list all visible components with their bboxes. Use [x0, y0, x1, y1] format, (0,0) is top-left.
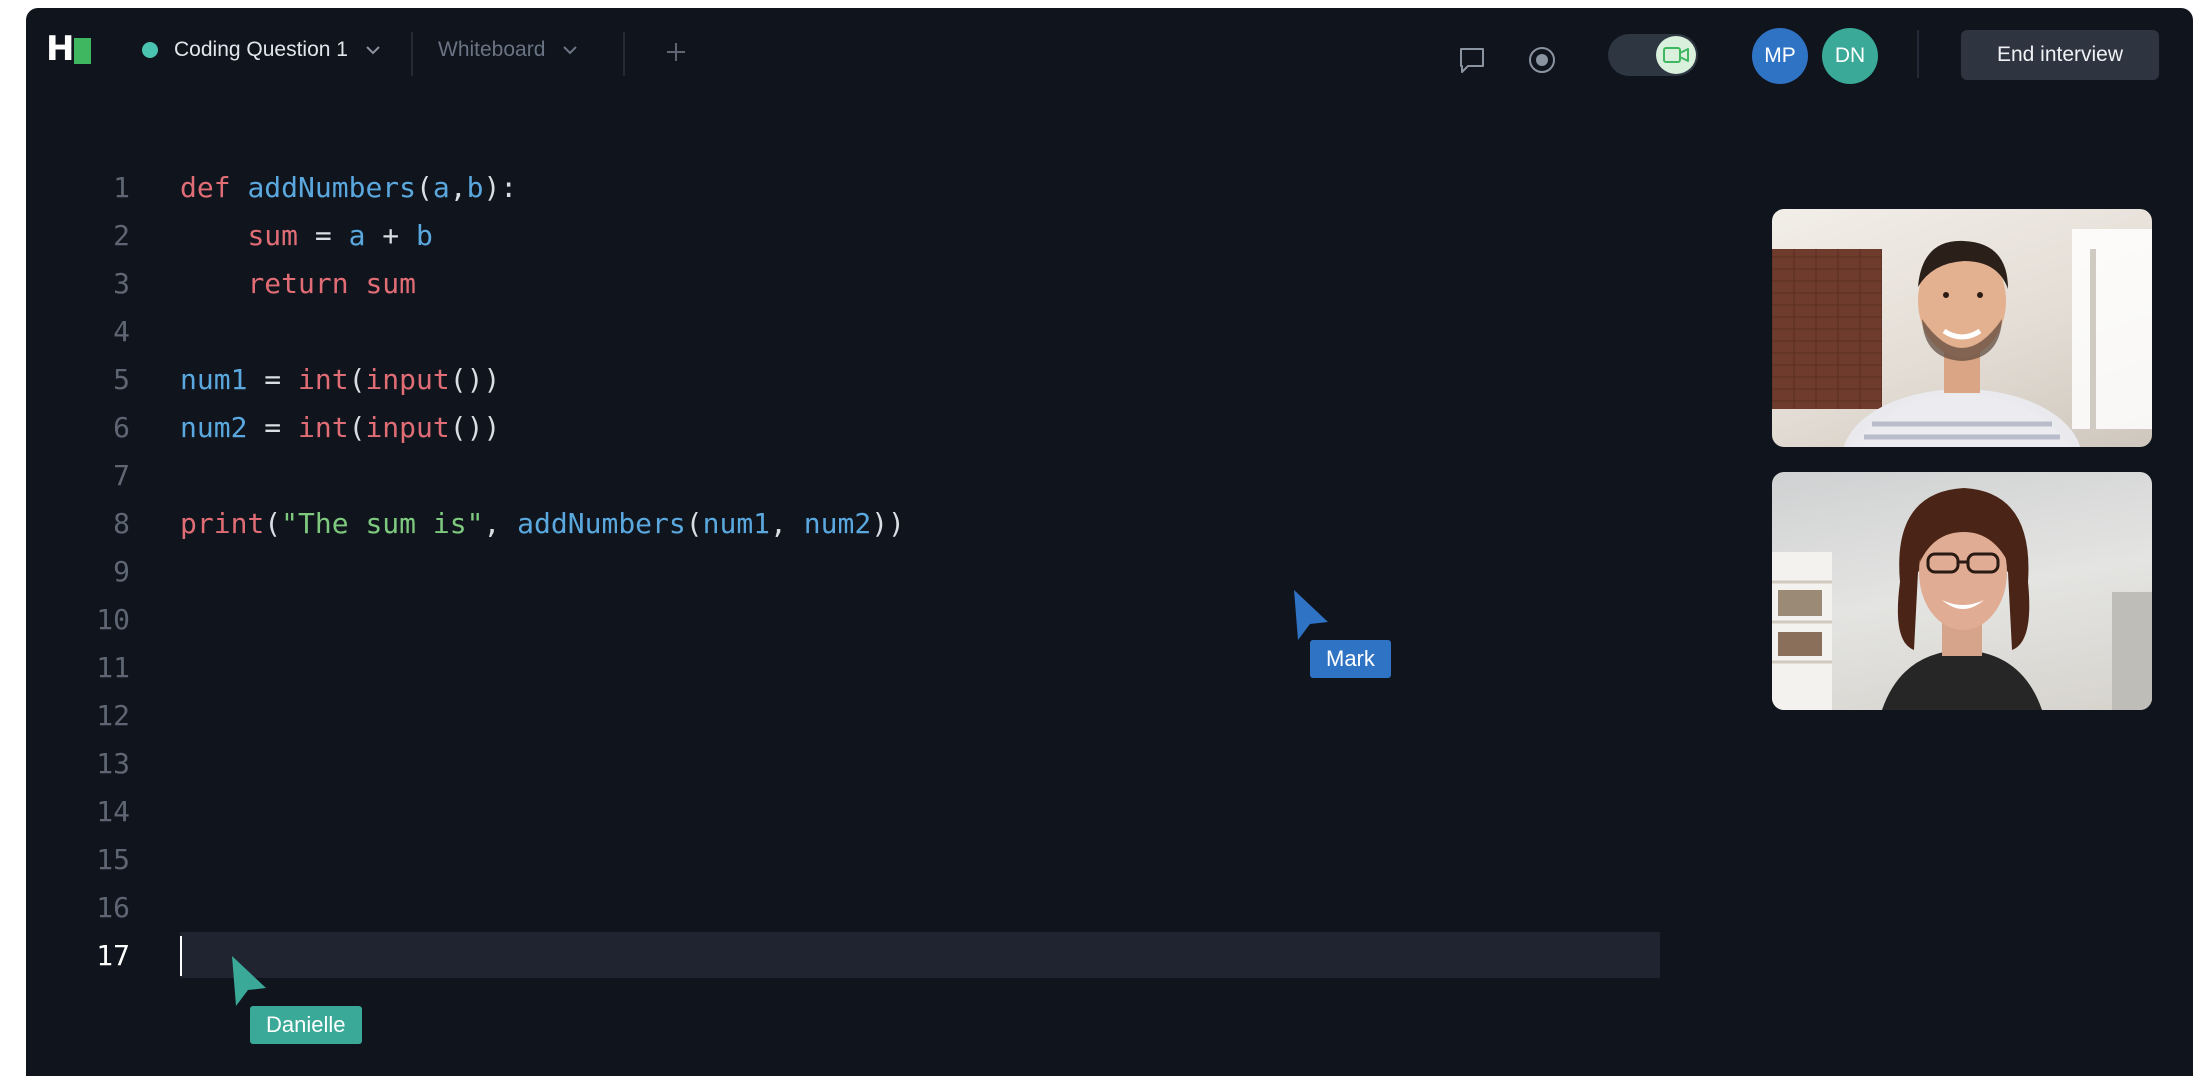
- app-logo[interactable]: H: [46, 29, 96, 69]
- chevron-down-icon[interactable]: [362, 39, 384, 61]
- code-line[interactable]: 5 num1 = int(input()): [26, 356, 1666, 404]
- line-number: 17: [96, 939, 130, 972]
- line-number: 6: [113, 411, 130, 444]
- video-feed-image: [1772, 229, 2152, 447]
- line-number: 1: [113, 171, 130, 204]
- line-number: 4: [113, 315, 130, 348]
- line-number: 14: [96, 795, 130, 828]
- cursor-label-mark: Mark: [1310, 640, 1391, 678]
- code-text: return sum: [247, 267, 417, 300]
- logo-letter: H: [46, 29, 75, 69]
- chat-icon[interactable]: [1456, 44, 1488, 76]
- video-tile-participant-2[interactable]: [1772, 472, 2152, 710]
- code-line[interactable]: 16: [26, 884, 1666, 932]
- logo-mark: [74, 38, 91, 64]
- code-text: num1 = int(input()): [180, 363, 501, 396]
- header-divider: [1917, 30, 1919, 78]
- code-text: sum = a + b: [247, 219, 433, 252]
- code-line[interactable]: 9: [26, 548, 1666, 596]
- tab-label: Whiteboard: [438, 38, 546, 61]
- line-number: 13: [96, 747, 130, 780]
- tab-divider: [623, 32, 625, 76]
- avatar-mp[interactable]: MP: [1752, 28, 1808, 84]
- active-line-highlight: [180, 932, 1660, 978]
- code-line[interactable]: 15: [26, 836, 1666, 884]
- code-line[interactable]: 3 return sum: [26, 260, 1666, 308]
- line-number: 10: [96, 603, 130, 636]
- code-text: def addNumbers(a,b):: [180, 171, 518, 204]
- line-number: 7: [113, 459, 130, 492]
- line-number: 16: [96, 891, 130, 924]
- danielle-cursor-icon: [232, 956, 266, 1006]
- top-bar: H Coding Question 1 Whiteboard MP DN End…: [26, 8, 2193, 94]
- code-line[interactable]: 12: [26, 692, 1666, 740]
- tab-coding-question-1[interactable]: Coding Question 1: [142, 30, 384, 70]
- line-number: 2: [113, 219, 130, 252]
- code-line[interactable]: 8 print("The sum is", addNumbers(num1, n…: [26, 500, 1666, 548]
- plus-icon[interactable]: [662, 38, 690, 66]
- line-number: 12: [96, 699, 130, 732]
- video-feed-image: [1772, 488, 2152, 710]
- line-number: 8: [113, 507, 130, 540]
- chevron-down-icon[interactable]: [559, 39, 581, 61]
- code-line[interactable]: 10: [26, 596, 1666, 644]
- video-toggle[interactable]: [1608, 34, 1698, 76]
- end-interview-button[interactable]: End interview: [1961, 30, 2159, 80]
- code-line[interactable]: 2 sum = a + b: [26, 212, 1666, 260]
- code-line[interactable]: 14: [26, 788, 1666, 836]
- tab-status-dot: [142, 42, 158, 58]
- code-text: num2 = int(input()): [180, 411, 501, 444]
- code-line[interactable]: 13: [26, 740, 1666, 788]
- mark-cursor-icon: [1294, 590, 1328, 640]
- record-icon[interactable]: [1526, 44, 1558, 76]
- code-line[interactable]: 1 def addNumbers(a,b):: [26, 164, 1666, 212]
- avatar-dn[interactable]: DN: [1822, 28, 1878, 84]
- toggle-knob: [1656, 36, 1696, 74]
- line-number: 9: [113, 555, 130, 588]
- video-camera-icon: [1663, 47, 1689, 63]
- code-line[interactable]: 4: [26, 308, 1666, 356]
- line-number: 15: [96, 843, 130, 876]
- code-line-active[interactable]: 17: [26, 932, 1666, 980]
- line-number: 3: [113, 267, 130, 300]
- cursor-label-danielle: Danielle: [250, 1006, 362, 1044]
- line-number: 5: [113, 363, 130, 396]
- code-line[interactable]: 11: [26, 644, 1666, 692]
- line-number: 11: [96, 651, 130, 684]
- tab-label: Coding Question 1: [174, 38, 348, 61]
- interview-app: H Coding Question 1 Whiteboard MP DN End…: [26, 8, 2193, 1076]
- code-line[interactable]: 6 num2 = int(input()): [26, 404, 1666, 452]
- video-tile-participant-1[interactable]: [1772, 209, 2152, 447]
- text-caret: [180, 936, 182, 976]
- tab-whiteboard[interactable]: Whiteboard: [438, 30, 581, 70]
- code-line[interactable]: 7: [26, 452, 1666, 500]
- code-text: print("The sum is", addNumbers(num1, num…: [180, 507, 905, 540]
- tab-divider: [411, 32, 413, 76]
